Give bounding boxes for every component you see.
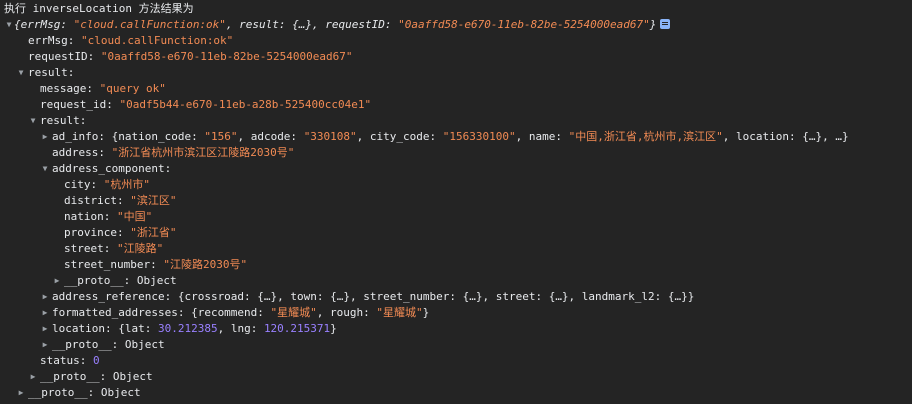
prop-district: district: "滨江区": [64, 194, 177, 207]
summary-requestid: "0aaffd58-e670-11eb-82be-5254000ead67": [398, 18, 650, 31]
prop-ad-info[interactable]: ▶ ad_info: {nation_code: "156", adcode: "…: [0, 129, 912, 145]
prop-status: status: 0: [40, 354, 100, 367]
prop-proto[interactable]: ▶ __proto__: Object: [0, 385, 912, 401]
prop-address-component[interactable]: ▼ address_component:: [0, 161, 912, 177]
collapse-arrow-icon[interactable]: ▶: [40, 289, 50, 305]
collapse-arrow-icon[interactable]: ▶: [52, 273, 62, 289]
expand-arrow-icon[interactable]: ▼: [16, 65, 26, 81]
info-icon[interactable]: [660, 19, 671, 29]
expand-arrow-icon[interactable]: ▼: [4, 17, 14, 33]
collapse-arrow-icon[interactable]: ▶: [40, 129, 50, 145]
expand-arrow-icon[interactable]: ▼: [28, 113, 38, 129]
prop-proto[interactable]: ▶ __proto__: Object: [0, 337, 912, 353]
collapse-arrow-icon[interactable]: ▶: [28, 369, 38, 385]
prop-message: message: "query ok": [40, 82, 166, 95]
expand-arrow-icon[interactable]: ▼: [40, 161, 50, 177]
object-summary-line[interactable]: ▼ {errMsg: "cloud.callFunction:ok", resul…: [0, 17, 912, 33]
prop-address: address: "浙江省杭州市滨江区江陵路2030号": [52, 146, 295, 159]
prop-address-reference[interactable]: ▶ address_reference: {crossroad: {…}, tow…: [0, 289, 912, 305]
prop-proto[interactable]: ▶ __proto__: Object: [0, 273, 912, 289]
collapse-arrow-icon[interactable]: ▶: [40, 337, 50, 353]
prop-formatted-addresses[interactable]: ▶ formatted_addresses: {recommend: "星耀城",…: [0, 305, 912, 321]
console-output: 执行 inverseLocation 方法结果为 ▼ {errMsg: "clou…: [0, 0, 912, 404]
log-title: 执行 inverseLocation 方法结果为: [4, 2, 194, 15]
prop-city: city: "杭州市": [64, 178, 150, 191]
prop-street-number: street_number: "江陵路2030号": [64, 258, 248, 271]
prop-proto[interactable]: ▶ __proto__: Object: [0, 369, 912, 385]
summary-errmsg: "cloud.callFunction:ok": [73, 18, 226, 31]
prop-requestid: requestID: "0aaffd58-e670-11eb-82be-5254…: [28, 50, 353, 63]
log-title-line: 执行 inverseLocation 方法结果为: [0, 1, 912, 17]
prop-request-id: request_id: "0adf5b44-e670-11eb-a28b-525…: [40, 98, 372, 111]
collapse-arrow-icon[interactable]: ▶: [16, 385, 26, 401]
collapse-arrow-icon[interactable]: ▶: [40, 305, 50, 321]
collapse-arrow-icon[interactable]: ▶: [40, 321, 50, 337]
prop-result[interactable]: ▼ result:: [0, 65, 912, 81]
prop-errmsg: errMsg: "cloud.callFunction:ok": [28, 34, 234, 47]
prop-location[interactable]: ▶ location: {lat: 30.212385, lng: 120.215…: [0, 321, 912, 337]
prop-nation: nation: "中国": [64, 210, 153, 223]
prop-inner-result[interactable]: ▼ result:: [0, 113, 912, 129]
prop-province: province: "浙江省": [64, 226, 177, 239]
prop-street: street: "江陵路": [64, 242, 164, 255]
